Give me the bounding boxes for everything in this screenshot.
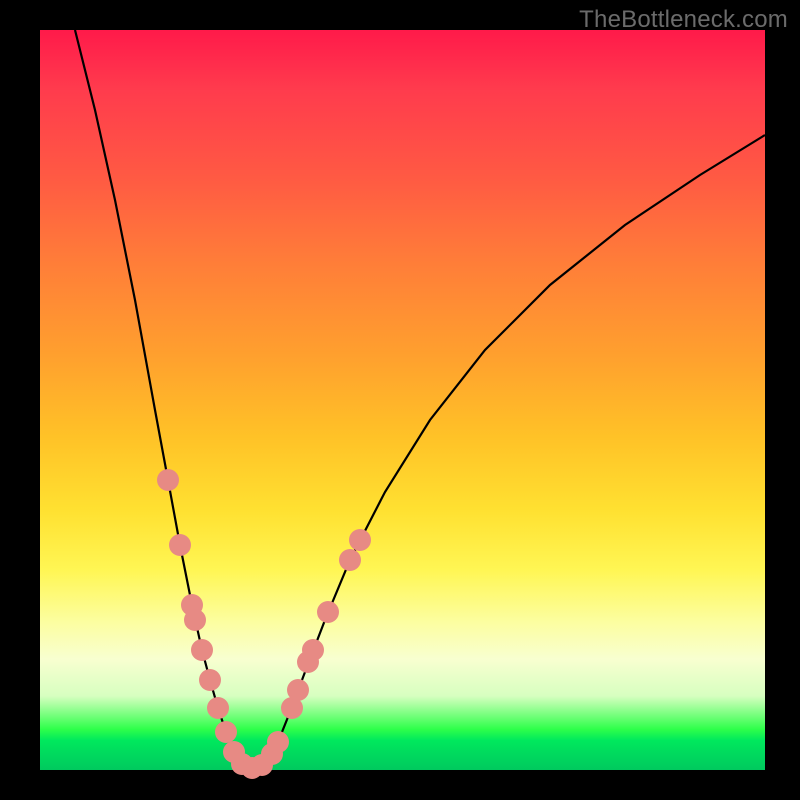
curve-svg [40, 30, 765, 770]
marker-dot [317, 601, 339, 623]
marker-dot [339, 549, 361, 571]
marker-dot [191, 639, 213, 661]
curve-group [75, 30, 765, 768]
marker-dot [302, 639, 324, 661]
watermark-text: TheBottleneck.com [579, 6, 788, 34]
marker-dot [184, 609, 206, 631]
marker-dot [157, 469, 179, 491]
v-curve [75, 30, 765, 768]
marker-dot [199, 669, 221, 691]
marker-dot [207, 697, 229, 719]
marker-dot [215, 721, 237, 743]
marker-dot [287, 679, 309, 701]
marker-dot [169, 534, 191, 556]
plot-area [40, 30, 765, 770]
outer-frame: TheBottleneck.com [0, 0, 800, 800]
marker-dot [349, 529, 371, 551]
marker-dots [157, 469, 371, 779]
marker-dot [267, 731, 289, 753]
